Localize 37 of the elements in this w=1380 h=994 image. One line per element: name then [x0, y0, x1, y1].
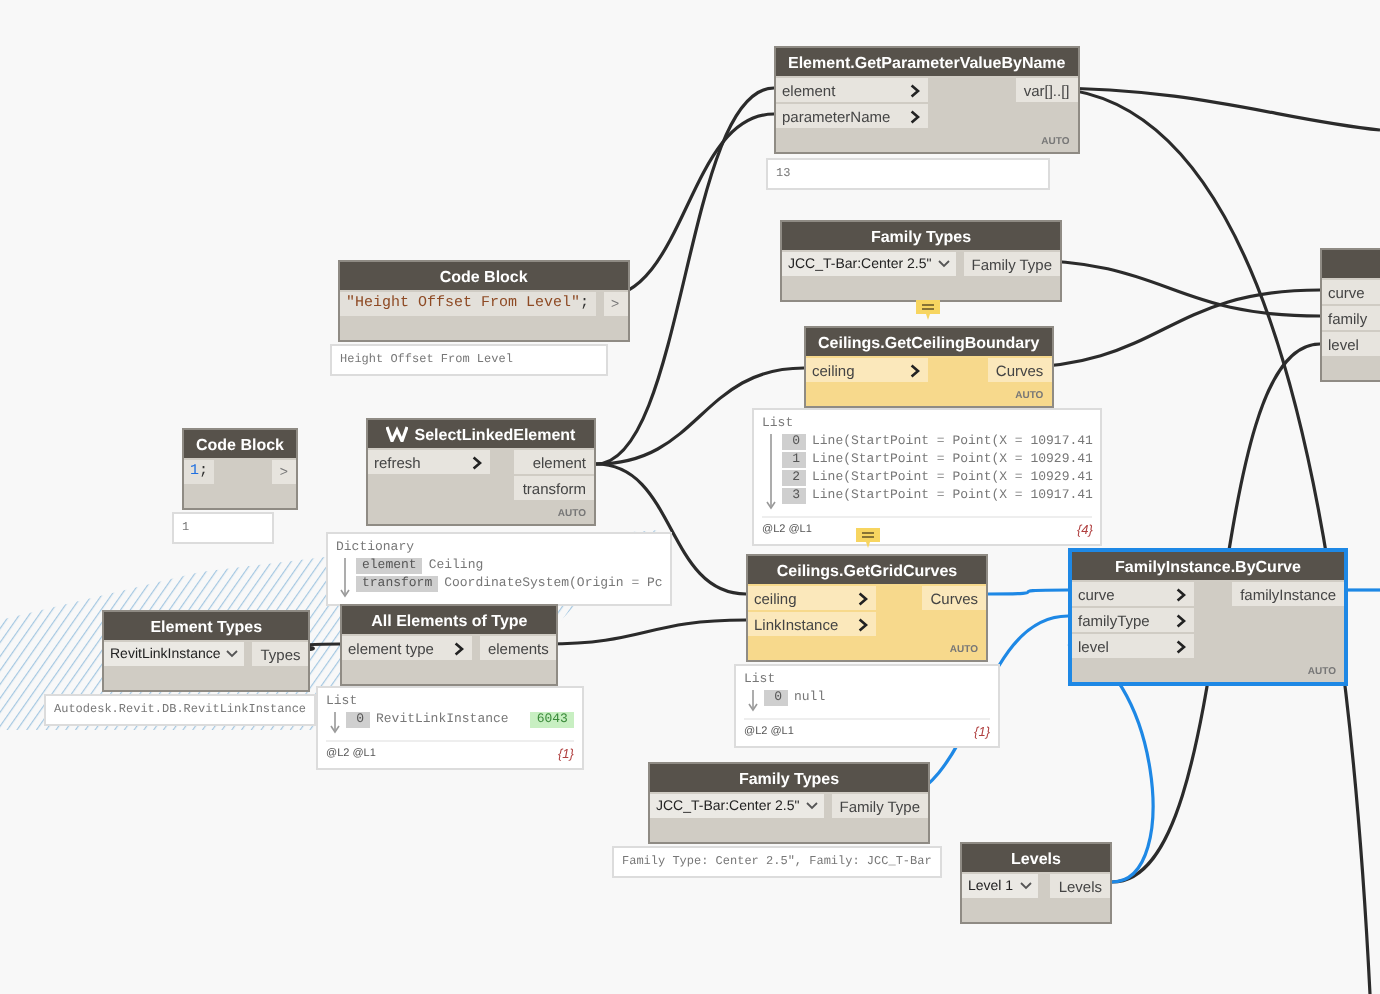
node-header[interactable]: Family Types	[650, 764, 929, 792]
node-title: Element Types	[150, 617, 263, 635]
caret-icon	[805, 802, 818, 810]
list-arrow-icon	[340, 558, 350, 598]
chevron-icon	[472, 455, 482, 469]
node-header[interactable]: Code Block	[184, 430, 297, 458]
chevron-icon	[453, 641, 464, 655]
node-title: Levels	[1011, 849, 1061, 867]
node-title: Code Block	[439, 267, 528, 285]
node-title: Ceilings.GetGridCurves	[776, 561, 958, 579]
node-title: FamilyInstance.ByCurve	[1115, 557, 1301, 575]
node-header[interactable]: Ceilings.GetGridCurves	[748, 556, 986, 584]
node-header[interactable]: Element Types	[104, 612, 309, 640]
warning-bubble-icon[interactable]	[916, 300, 941, 320]
node-title: Ceilings.GetCeilingBoundary	[818, 333, 1040, 351]
caret-icon	[937, 260, 950, 268]
node-header[interactable]: All Elements of Type	[342, 606, 557, 634]
list-arrow-icon	[330, 712, 340, 734]
node-title: Element.GetParameterValueByName	[788, 53, 1066, 71]
node-header[interactable]: SelectLinkedElement	[368, 420, 594, 448]
chevron-icon	[910, 363, 920, 377]
node-header[interactable]: Family Types	[782, 222, 1061, 250]
list-arrow-icon	[748, 690, 758, 712]
list-arrow-icon	[766, 434, 776, 510]
warning-bubble-icon[interactable]	[855, 528, 879, 548]
caret-icon	[226, 650, 239, 658]
node-header[interactable]: Ceilings.GetCeilingBoundary	[806, 328, 1052, 356]
node-header[interactable]: Code Block	[340, 262, 628, 290]
node-header[interactable]: FamilyInstance.ByCurve	[1072, 552, 1344, 580]
node-header[interactable]: Element.GetParameterValueByName	[776, 48, 1078, 76]
node-title: Family Types	[738, 769, 840, 787]
node-title: All Elements of Type	[371, 611, 528, 629]
node-header[interactable]: Levels	[962, 844, 1110, 872]
node-title: Code Block	[196, 435, 285, 453]
caret-icon	[1019, 882, 1032, 890]
node-title: Family Types	[870, 227, 972, 245]
node-title: SelectLinkedElement	[414, 425, 576, 443]
